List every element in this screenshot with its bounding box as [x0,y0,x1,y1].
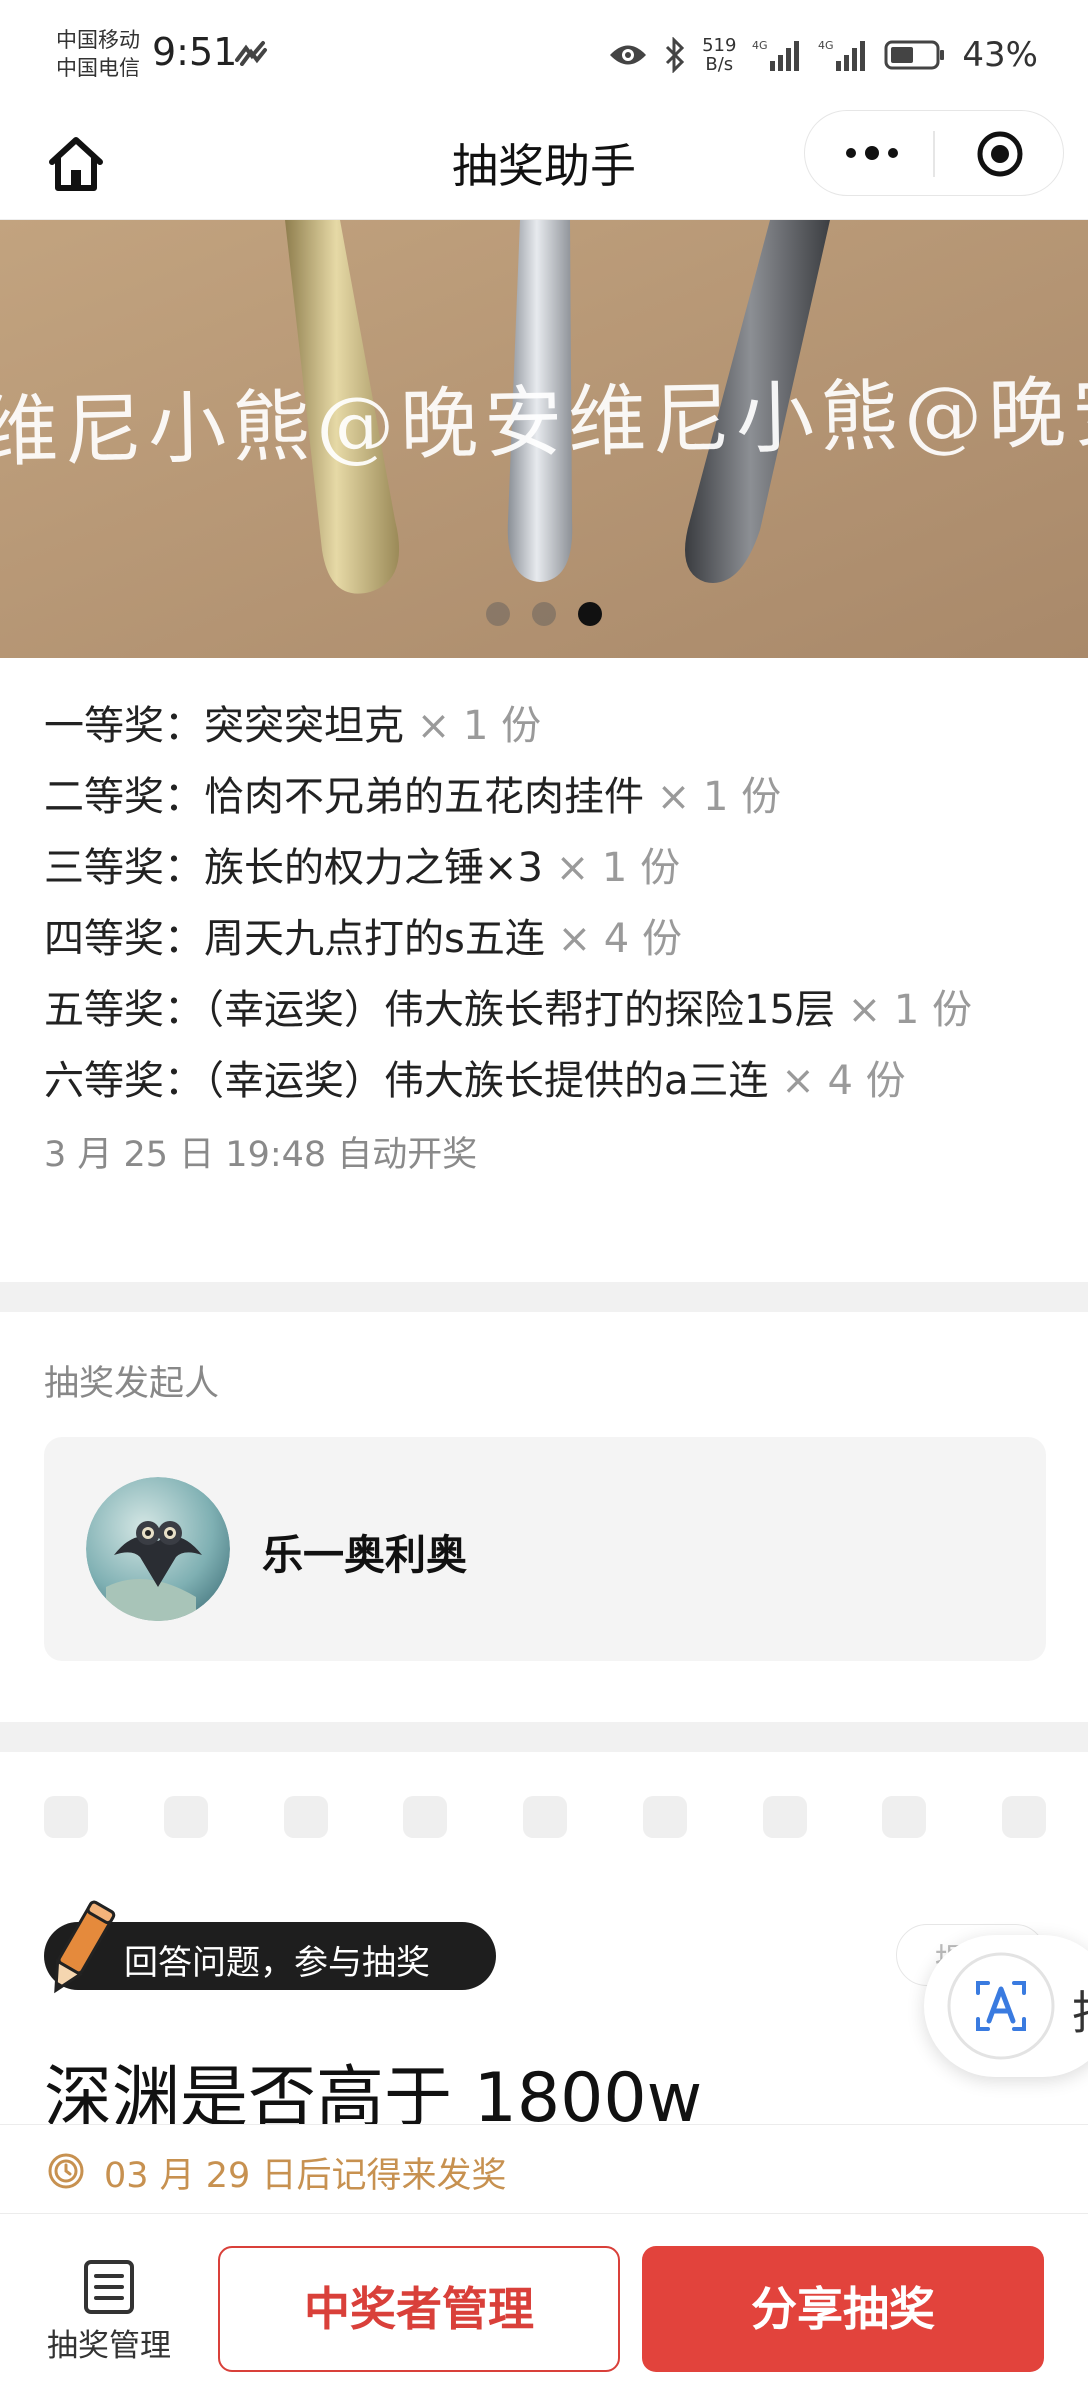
carousel-dots [0,602,1088,626]
answer-question-label: 回答问题，参与抽奖 [124,1943,430,1983]
loading-placeholder [523,1796,567,1838]
loading-placeholders [44,1796,1046,1838]
banner-watermark: 维尼小熊@晚安维尼小熊@晚安维 [0,366,1088,479]
nav-header: 抽奖助手 [0,110,1088,220]
prize-tier: 二等奖： [44,774,204,820]
eye-icon [610,45,647,65]
reminder-text: 03 月 29 日后记得来发奖 [104,2156,507,2196]
draw-time: 3 月 25 日 19:48 自动开奖 [44,1135,478,1175]
share-lottery-button[interactable]: 分享抽奖 [642,2246,1044,2372]
alarm-clock-icon [48,2153,84,2189]
text-scan-icon [947,1952,1055,2060]
floating-tool-label: 批 [1072,1977,1088,2043]
status-time: 9:51 [152,30,238,74]
section-gap [0,1282,1088,1312]
svg-text:4G: 4G [752,39,768,52]
initiator-card[interactable]: 乐一奥利奥 [44,1437,1046,1661]
prize-item: 一等奖：突突突坦克 × 1 份 [44,700,1054,752]
bottom-action-bar: 抽奖管理 中奖者管理 分享抽奖 [0,2214,1088,2400]
loading-placeholder [1002,1796,1046,1838]
carousel-dot-active[interactable] [578,602,602,626]
loading-placeholder [44,1796,88,1838]
avatar[interactable] [86,1477,230,1621]
capsule-divider [933,131,935,177]
loading-placeholder [762,1796,807,1838]
prize-item: 三等奖：族长的权力之锤×3 × 1 份 [44,842,1054,894]
initiator-label: 抽奖发起人 [44,1364,220,1404]
capsule-menu [804,110,1064,196]
list-icon [84,2260,134,2314]
loading-placeholder [882,1796,927,1838]
net-speed: 519 B/s [702,36,736,74]
status-bar: 中国移动 中国电信 9:51 519 B/s 4G 4G 43% [0,0,1088,110]
net-speed-unit: B/s [705,54,734,75]
loading-placeholder [283,1796,328,1838]
loading-placeholder [163,1796,208,1838]
lottery-manage-label: 抽奖管理 [47,2328,171,2364]
net-speed-value: 519 [702,35,737,56]
prize-name: 周天九点打的s五连 [204,916,545,962]
section-gap [0,1722,1088,1752]
bluetooth-icon [666,37,685,73]
signal-4g-icon: 4G [818,39,866,71]
carrier-1: 中国移动 [56,28,140,52]
loading-placeholder [642,1796,687,1838]
initiator-name[interactable]: 乐一奥利奥 [262,1521,467,1581]
pencil-icon [54,1900,116,1994]
close-icon[interactable] [975,129,1025,179]
prize-qty: × 4 份 [557,916,682,962]
prize-list: 一等奖：突突突坦克 × 1 份 二等奖：恰肉不兄弟的五花肉挂件 × 1 份 三等… [44,700,1054,1177]
more-icon[interactable] [839,133,905,173]
lottery-manage-tab[interactable]: 抽奖管理 [34,2258,184,2368]
prize-item: 六等奖：（幸运奖）伟大族长提供的a三连 × 4 份 [44,1055,1054,1107]
prize-tier: 三等奖： [44,845,204,891]
prize-qty: × 1 份 [656,774,782,820]
prize-name: 族长的权力之锤×3 [204,845,543,891]
prize-tier: 四等奖： [44,916,204,962]
prize-item: 二等奖：恰肉不兄弟的五花肉挂件 × 1 份 [44,771,1054,823]
wave-icon [235,41,267,66]
answer-question-tag: 回答问题，参与抽奖 [44,1900,496,1994]
battery-percent: 43% [962,35,1038,75]
status-indicators: 519 B/s 4G 4G 43% [608,30,1038,80]
loading-placeholder [403,1796,448,1838]
prize-name: 突突突坦克 [204,703,404,749]
prize-qty: × 1 份 [847,987,973,1033]
floating-translate-button[interactable]: 批 [924,1935,1088,2077]
prize-banner[interactable]: 维尼小熊@晚安维尼小熊@晚安维 [0,220,1088,658]
winner-manage-button[interactable]: 中奖者管理 [218,2246,620,2372]
prize-tier: 五等奖： [44,987,204,1033]
carrier-2: 中国电信 [56,56,140,80]
prize-tier: 六等奖： [44,1058,204,1104]
svg-text:4G: 4G [818,39,834,52]
prize-tier: 一等奖： [44,703,204,749]
battery-icon [884,40,945,70]
prize-name: （幸运奖）伟大族长提供的a三连 [204,1058,769,1104]
carousel-dot[interactable] [486,602,510,626]
prize-name: 恰肉不兄弟的五花肉挂件 [204,774,644,820]
prize-item: 四等奖：周天九点打的s五连 × 4 份 [44,913,1054,965]
carousel-dot[interactable] [532,602,556,626]
carrier-info: 中国移动 中国电信 [56,26,140,82]
prize-qty: × 1 份 [555,845,681,891]
reminder-bar: 03 月 29 日后记得来发奖 [0,2124,1088,2214]
prize-qty: × 4 份 [781,1058,906,1104]
prize-name: （幸运奖）伟大族长帮打的探险15层 [204,987,835,1033]
prize-item: 五等奖：（幸运奖）伟大族长帮打的探险15层 × 1 份 [44,984,1054,1036]
prize-qty: × 1 份 [416,703,542,749]
signal-4g-icon: 4G [752,39,800,71]
